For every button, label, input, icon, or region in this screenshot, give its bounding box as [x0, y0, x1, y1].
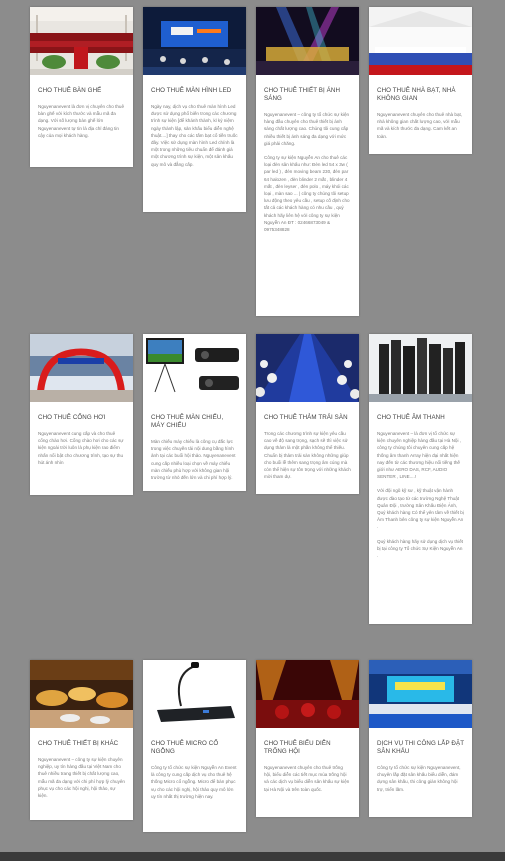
- service-description: Nguyenanevent – là đơn vị tổ chức sự kiệ…: [377, 431, 462, 480]
- service-title[interactable]: CHO THUÊ THIẾT BỊ KHÁC: [38, 740, 125, 748]
- service-description: Nguyenanevent là đơn vị chuyên cho thuê …: [38, 104, 125, 138]
- service-description: Với đội ngũ kỹ sư , kỹ thuật vận hành đư…: [377, 488, 464, 530]
- service-card-trong-hoi[interactable]: CHO THUÊ BIỂU DIỄN TRỐNG HỘI Nguyenaneve…: [256, 660, 359, 817]
- service-title[interactable]: CHO THUÊ BÀN GHẾ: [38, 87, 125, 95]
- service-card-nha-bat[interactable]: CHO THUÊ NHÀ BẠT, NHÀ KHÔNG GIAN Nguyena…: [369, 7, 472, 154]
- service-card-may-chieu[interactable]: CHO THUÊ MÀN CHIẾU, MÁY CHIẾU Màn chiếu …: [143, 334, 246, 491]
- service-description: Nguyenanevent cung cấp và cho thuê cổng …: [38, 431, 124, 465]
- carpet-image[interactable]: [256, 334, 359, 402]
- service-card-thiet-bi-khac[interactable]: CHO THUÊ THIẾT BỊ KHÁC Nguyenanevent – c…: [30, 660, 133, 820]
- service-title[interactable]: CHO THUÊ MÀN CHIẾU, MÁY CHIẾU: [151, 414, 238, 430]
- service-card-ban-ghe[interactable]: CHO THUÊ BÀN GHẾ Nguyenanevent là đơn vị…: [30, 7, 133, 167]
- service-title[interactable]: CHO THUÊ MÀN HÌNH LED: [151, 87, 238, 95]
- service-card-micro[interactable]: CHO THUÊ MICRO CỔ NGỖNG Công ty tổ chức …: [143, 660, 246, 832]
- service-description: Màn chiếu máy chiếu là công cụ đắc lực t…: [151, 439, 236, 481]
- service-card-man-hinh-led[interactable]: CHO THUÊ MÀN HÌNH LED Ngày nay, dịch vụ …: [143, 7, 246, 212]
- service-title[interactable]: CHO THUÊ NHÀ BẠT, NHÀ KHÔNG GIAN: [377, 87, 464, 103]
- service-description: Nguyenanevent chuyên cho thuê trống hội,…: [264, 765, 350, 792]
- footer-bar: [0, 852, 505, 861]
- service-description: Công ty tổ chức sự kiện Nguyễn An Event …: [151, 765, 237, 799]
- service-description: Công ty sự kiện Nguyễn An cho thuê các l…: [264, 155, 350, 233]
- service-description: Công ty tổ chức sự kiện Nguyenanevent, c…: [377, 765, 461, 792]
- service-title[interactable]: CHO THUÊ ÂM THANH: [377, 414, 464, 422]
- service-title[interactable]: CHO THUÊ MICRO CỔ NGỖNG: [151, 740, 238, 756]
- sound-system-image[interactable]: [369, 334, 472, 402]
- service-title[interactable]: CHO THUÊ CỔNG HƠI: [38, 414, 125, 422]
- projector-image[interactable]: [143, 334, 246, 402]
- stage-image[interactable]: [369, 660, 472, 728]
- service-title[interactable]: DỊCH VỤ THI CÔNG LẮP ĐẶT SÂN KHẤU: [377, 740, 464, 756]
- service-card-am-thanh[interactable]: CHO THUÊ ÂM THANH Nguyenanevent – là đơn…: [369, 334, 472, 624]
- service-description: Nguyenanevent chuyên cho thuê nhà bạt, n…: [377, 112, 463, 139]
- inflatable-gate-image[interactable]: [30, 334, 133, 402]
- service-title[interactable]: CHO THUÊ THẢM TRẢI SÀN: [264, 414, 351, 422]
- service-card-anh-sang[interactable]: CHO THUÊ THIẾT BỊ ÁNH SÁNG Nguyenanevent…: [256, 7, 359, 316]
- service-card-tham-trai-san[interactable]: CHO THUÊ THẢM TRẢI SÀN Trong các chương …: [256, 334, 359, 494]
- lighting-image[interactable]: [256, 7, 359, 75]
- tent-image[interactable]: [369, 7, 472, 75]
- led-screen-image[interactable]: [143, 7, 246, 75]
- service-description: Nguyenanevent – công ty tổ chức sự kiện …: [264, 112, 350, 146]
- drum-show-image[interactable]: [256, 660, 359, 728]
- microphone-image[interactable]: [143, 660, 246, 728]
- service-card-san-khau[interactable]: DỊCH VỤ THI CÔNG LẮP ĐẶT SÂN KHẤU Công t…: [369, 660, 472, 817]
- equipment-image[interactable]: [30, 660, 133, 728]
- service-title[interactable]: CHO THUÊ THIẾT BỊ ÁNH SÁNG: [264, 87, 351, 103]
- service-description: Trong các chương trình sự kiện yêu cầu c…: [264, 431, 351, 480]
- ban-ghe-image[interactable]: [30, 7, 133, 75]
- service-description: Quý khách hàng hãy sử dụng dịch vụ thiết…: [377, 538, 464, 559]
- service-card-cong-hoi[interactable]: CHO THUÊ CỔNG HƠI Nguyenanevent cung cấp…: [30, 334, 133, 495]
- service-title[interactable]: CHO THUÊ BIỂU DIỄN TRỐNG HỘI: [264, 740, 351, 756]
- service-description: Nguyenanevent – công ty sự kiện chuyên n…: [38, 757, 125, 799]
- service-description: Ngày nay, dịch vụ cho thuê màn hình Led …: [151, 104, 238, 167]
